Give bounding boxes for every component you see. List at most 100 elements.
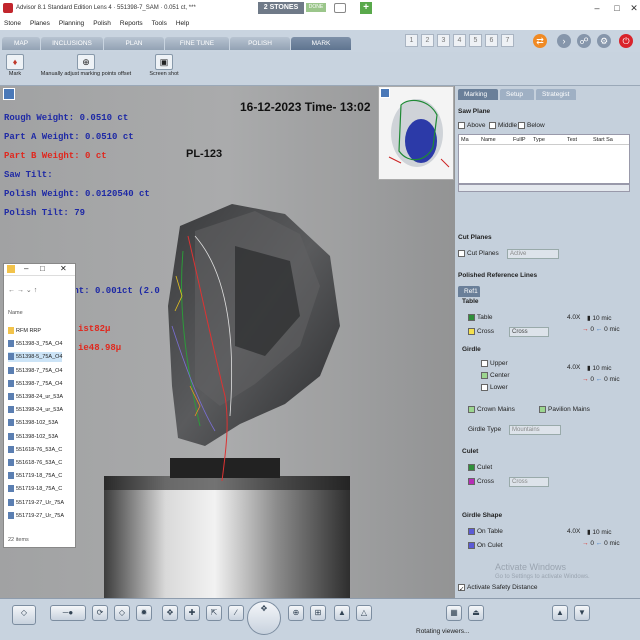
menu-stone[interactable]: Stone <box>4 20 21 27</box>
tab-fine-tune[interactable]: FINE TUNE <box>165 37 229 50</box>
center-checkbox[interactable]: Center <box>481 372 510 379</box>
tab-ref1[interactable]: Ref1 <box>458 286 480 297</box>
lower-checkbox[interactable]: Lower <box>481 384 508 391</box>
eject-icon[interactable]: ⏏ <box>468 605 484 621</box>
tab-setup[interactable]: Setup <box>500 89 534 100</box>
ruler-icon[interactable]: ∕ <box>228 605 244 621</box>
explorer-file-item[interactable]: 551618-76_53A_C <box>8 458 62 468</box>
explorer-file-item[interactable]: 551398-102_53A <box>8 432 58 442</box>
explorer-minimize-button[interactable]: – <box>24 264 28 273</box>
middle-checkbox[interactable]: Middle <box>489 122 517 129</box>
stone-view-icon[interactable]: ◇ <box>12 605 36 625</box>
minimap-expand-icon[interactable] <box>380 88 390 98</box>
tab-inclusions[interactable]: INCLUSIONS <box>41 37 103 50</box>
menu-planning[interactable]: Planning <box>59 20 84 27</box>
menu-help[interactable]: Help <box>176 20 189 27</box>
zoom-fit-icon[interactable]: ⊞ <box>310 605 326 621</box>
power-icon[interactable]: ⏻ <box>619 34 633 48</box>
explorer-file-item[interactable]: 551398-3_75A_O4 <box>8 339 62 349</box>
stones-counter[interactable]: 2 STONES <box>258 2 304 14</box>
table-offset-arrow[interactable]: → 0 ← 0 mic <box>582 326 620 333</box>
table-mic-width[interactable]: ▮ 10 mic <box>587 314 612 322</box>
above-checkbox[interactable]: Above <box>458 122 485 129</box>
explorer-maximize-button[interactable]: □ <box>40 264 45 273</box>
zoom-in-icon[interactable]: ⊕ <box>288 605 304 621</box>
cut-planes-select[interactable]: Active <box>507 249 559 259</box>
layout-icon[interactable]: ▦ <box>446 605 462 621</box>
tab-marking[interactable]: Marking <box>458 89 498 100</box>
move-icon[interactable]: ✥ <box>162 605 178 621</box>
chevron-right-icon[interactable]: › <box>557 34 571 48</box>
explorer-file-item[interactable]: 551398-7_75A_O4 <box>8 366 62 376</box>
explorer-file-item[interactable]: 551398-102_53A <box>8 418 58 428</box>
saw-plane-scrollbar[interactable] <box>458 184 630 192</box>
explorer-file-item[interactable]: 551719-18_75A_C <box>8 471 62 481</box>
pan-icon[interactable]: ✚ <box>184 605 200 621</box>
rotation-dial[interactable]: ✥ <box>247 601 281 635</box>
saw-plane-table[interactable]: Ma Name FullP Type Test Start Sa <box>458 134 630 184</box>
nav-arrows-icon[interactable]: ⇄ <box>533 34 547 48</box>
tab-plan[interactable]: PLAN <box>104 37 164 50</box>
explorer-file-item[interactable]: 551719-27_Ur_75A <box>8 511 64 521</box>
explorer-file-item[interactable]: 551719-27_Ur_75A <box>8 498 64 508</box>
down-arrow-icon[interactable]: ▼ <box>574 605 590 621</box>
culet-cross-select[interactable]: Cross <box>509 477 549 487</box>
girdle-type-select[interactable]: Mountains <box>509 425 561 435</box>
gear-icon[interactable]: ⚙ <box>597 34 611 48</box>
diamond-icon[interactable]: ◇ <box>114 605 130 621</box>
cut-planes-checkbox[interactable]: Cut Planes <box>458 250 499 257</box>
girdle-mic-width[interactable]: ▮ 10 mic <box>587 364 612 372</box>
rotate-icon[interactable]: ⟳ <box>92 605 108 621</box>
screenshot-tool[interactable]: ▣ Screen shot <box>146 54 182 77</box>
stone-7-button[interactable]: 7 <box>501 34 514 47</box>
stone-2-button[interactable]: 2 <box>421 34 434 47</box>
table-checkbox[interactable]: Table <box>468 314 493 321</box>
close-button[interactable]: ✕ <box>620 0 640 16</box>
shape-offset-arrow[interactable]: → 0 ← 0 mic <box>582 540 620 547</box>
adjust-offset-tool[interactable]: ⊕ Manually adjust marking points offset <box>32 54 140 77</box>
view-top-icon[interactable]: ▲ <box>334 605 350 621</box>
culet-checkbox[interactable]: Culet <box>468 464 492 471</box>
cross-select[interactable]: Cross <box>509 327 549 337</box>
below-checkbox[interactable]: Below <box>518 122 545 129</box>
pavilion-mains-checkbox[interactable]: Pavilion Mains <box>539 406 590 413</box>
on-table-checkbox[interactable]: On Table <box>468 528 503 535</box>
stone-5-button[interactable]: 5 <box>469 34 482 47</box>
slider-control[interactable]: ─● <box>50 605 86 621</box>
shape-mic-width[interactable]: ▮ 10 mic <box>587 528 612 536</box>
facet-icon[interactable]: ✹ <box>136 605 152 621</box>
stone-3-button[interactable]: 3 <box>437 34 450 47</box>
explorer-close-button[interactable]: ✕ <box>60 264 67 273</box>
stone-minimap[interactable] <box>378 86 454 180</box>
girdle-offset-arrow[interactable]: → 0 ← 0 mic <box>582 376 620 383</box>
add-stone-button[interactable]: + <box>360 2 372 14</box>
crown-mains-checkbox[interactable]: Crown Mains <box>468 406 515 413</box>
explorer-file-item[interactable]: 551719-18_75A_C <box>8 484 62 494</box>
expand-view-icon[interactable] <box>3 88 15 100</box>
stone-6-button[interactable]: 6 <box>485 34 498 47</box>
select-icon[interactable]: ⇱ <box>206 605 222 621</box>
menu-planes[interactable]: Planes <box>30 20 50 27</box>
tab-strategist[interactable]: Strategist <box>536 89 576 100</box>
up-arrow-icon[interactable]: ▲ <box>552 605 568 621</box>
menu-polish[interactable]: Polish <box>93 20 111 27</box>
tab-map[interactable]: MAP <box>2 37 40 50</box>
menu-reports[interactable]: Reports <box>120 20 143 27</box>
stone-4-button[interactable]: 4 <box>453 34 466 47</box>
explorer-file-item[interactable]: 551398-5_75A_O4 <box>8 352 63 363</box>
explorer-file-item[interactable]: 551618-76_53A_C <box>8 445 62 455</box>
view-side-icon[interactable]: △ <box>356 605 372 621</box>
on-culet-checkbox[interactable]: On Culet <box>468 542 503 549</box>
explorer-file-item[interactable]: 551398-7_75A_O4 <box>8 379 62 389</box>
safety-distance-checkbox[interactable]: ✓ Activate Safety Distance <box>458 584 537 593</box>
cross-checkbox[interactable]: Cross <box>468 328 494 335</box>
culet-cross-checkbox[interactable]: Cross <box>468 478 494 485</box>
tab-mark[interactable]: MARK <box>291 37 351 50</box>
upper-checkbox[interactable]: Upper <box>481 360 508 367</box>
explorer-file-item[interactable]: RFM RRP <box>8 326 41 336</box>
explorer-file-item[interactable]: 551398-24_ur_53A <box>8 392 63 402</box>
explorer-file-item[interactable]: 551398-24_ur_53A <box>8 405 63 415</box>
camera-icon[interactable] <box>334 3 346 13</box>
explorer-nav-arrows[interactable]: ← → ⌄ ↑ <box>8 286 37 294</box>
mark-tool[interactable]: ♦ Mark <box>6 54 24 77</box>
